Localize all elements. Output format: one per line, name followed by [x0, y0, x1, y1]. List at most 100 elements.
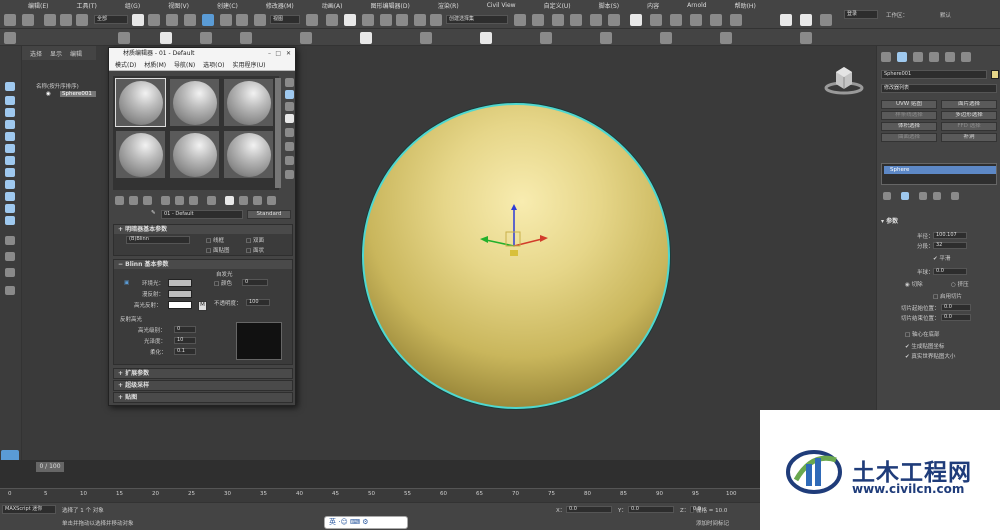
gen-mapping-checkbox[interactable]: ✔ 生成贴图坐标: [905, 342, 944, 350]
time-slider-thumb[interactable]: 0 / 100: [36, 462, 64, 472]
filter-bones-icon[interactable]: [5, 204, 15, 213]
undo-icon[interactable]: [4, 14, 16, 26]
go-to-parent-icon[interactable]: [253, 196, 262, 205]
modify-tab-icon[interactable]: [897, 52, 907, 62]
pivot-center-icon[interactable]: [306, 14, 318, 26]
select-tool-icon[interactable]: [5, 82, 15, 91]
show-end-result-toggle-icon[interactable]: [901, 192, 909, 200]
filter-xrefs-icon[interactable]: [5, 192, 15, 201]
pin-stack-icon[interactable]: [883, 192, 891, 200]
maps-rollout[interactable]: + 贴图: [113, 392, 293, 403]
diffuse-color-swatch[interactable]: [168, 290, 192, 298]
close-icon[interactable]: ✕: [286, 48, 291, 60]
squash-radio[interactable]: ○ 挤压: [951, 280, 969, 288]
get-material-icon[interactable]: [115, 196, 124, 205]
cap-holes-button[interactable]: 补洞: [941, 133, 997, 142]
filter-warps-icon[interactable]: [5, 168, 15, 177]
tab-edit[interactable]: 编辑: [70, 49, 82, 58]
ffd-select-button[interactable]: FFD 选择: [941, 122, 997, 131]
blinn-rollout-header[interactable]: − Blinn 基本参数: [114, 260, 292, 269]
filter-helpers-icon[interactable]: [5, 156, 15, 165]
visibility-icon[interactable]: ◉: [46, 91, 51, 97]
video-color-check-icon[interactable]: [285, 114, 294, 123]
specular-color-swatch[interactable]: [168, 301, 192, 309]
smooth-checkbox[interactable]: ✔ 平滑: [933, 254, 950, 262]
specular-map-button[interactable]: M: [198, 301, 207, 311]
menu-group[interactable]: 组(G): [125, 1, 140, 10]
go-forward-sibling-icon[interactable]: [267, 196, 276, 205]
edit-named-sets-icon[interactable]: [430, 14, 442, 26]
selection-filter-dropdown[interactable]: 全部: [94, 15, 128, 24]
spec-level-spinner[interactable]: 0: [174, 326, 196, 333]
object-name-field[interactable]: Sphere001: [881, 70, 987, 79]
schematic-view-icon[interactable]: [608, 14, 620, 26]
faceted-checkbox[interactable]: □ 面状: [246, 246, 264, 254]
ribbon-collapse-icon[interactable]: [4, 32, 16, 44]
shader-rollout-header[interactable]: + 明暗器基本参数: [114, 225, 292, 234]
motion-tab-icon[interactable]: [929, 52, 939, 62]
ribbon-cube-icon[interactable]: [420, 32, 432, 44]
filter-shapes-icon[interactable]: [5, 120, 15, 129]
curve-editor-icon[interactable]: [590, 14, 602, 26]
render-production-icon[interactable]: [690, 14, 702, 26]
show-end-result-icon[interactable]: [239, 196, 248, 205]
sample-slots-scrollbar[interactable]: [275, 78, 281, 188]
scene-object-sphere[interactable]: Sphere001: [60, 91, 96, 97]
layer-icon[interactable]: [5, 286, 15, 295]
material-editor-icon[interactable]: [630, 14, 642, 26]
backlight-icon[interactable]: [285, 78, 294, 87]
select-object-icon[interactable]: [132, 14, 144, 26]
patch-select-button[interactable]: 面片选择: [941, 100, 997, 109]
track-bar[interactable]: 0 5 10 15 20 25 30 35 40 45 50 55 60 65 …: [0, 488, 760, 502]
filter-funnel-icon[interactable]: [5, 268, 15, 277]
make-preview-icon[interactable]: [285, 128, 294, 137]
teapot-icon[interactable]: [780, 14, 792, 26]
select-manipulate-icon[interactable]: [326, 14, 338, 26]
lock-ambient-diffuse-icon[interactable]: ▣: [124, 280, 129, 286]
view-cube-icon[interactable]: [822, 62, 866, 98]
menu-create[interactable]: 创建(C): [217, 1, 238, 10]
chop-radio[interactable]: ◉ 切除: [905, 280, 923, 288]
filter-groups-icon[interactable]: [5, 180, 15, 189]
shader-type-dropdown[interactable]: (B)Blinn: [126, 236, 190, 244]
sample-slot[interactable]: [115, 78, 166, 127]
display-children-icon[interactable]: [5, 236, 15, 245]
ribbon-extrude-icon[interactable]: [300, 32, 312, 44]
make-unique-icon[interactable]: [175, 196, 184, 205]
a360-gallery-icon[interactable]: [730, 14, 742, 26]
menu-civil-view[interactable]: Civil View: [487, 2, 516, 9]
opacity-spinner[interactable]: 100: [246, 299, 270, 306]
add-time-tag[interactable]: 添加时间标记: [696, 519, 729, 527]
slice-from-spinner[interactable]: 0.0: [941, 304, 971, 311]
surface-select-button[interactable]: 曲面选择: [881, 133, 937, 142]
unlink-icon[interactable]: [60, 14, 72, 26]
menu-scripting[interactable]: 脚本(S): [599, 1, 620, 10]
y-coord-field[interactable]: 0.0: [628, 506, 674, 513]
rect-selection-icon[interactable]: [166, 14, 178, 26]
toggle-layer-explorer-icon[interactable]: [570, 14, 582, 26]
menu-views[interactable]: 视图(V): [168, 1, 189, 10]
tab-select[interactable]: 选择: [30, 49, 42, 58]
mat-menu-mode[interactable]: 模式(D): [115, 62, 136, 69]
bind-space-warp-icon[interactable]: [76, 14, 88, 26]
percent-snap-icon[interactable]: [396, 14, 408, 26]
spline-select-button[interactable]: 样条线选择: [881, 111, 937, 120]
move-gizmo[interactable]: [476, 202, 556, 272]
menu-tools[interactable]: 工具(T): [76, 1, 96, 10]
wire-checkbox[interactable]: □ 线框: [206, 236, 224, 244]
put-to-scene-icon[interactable]: [129, 196, 138, 205]
menu-animation[interactable]: 动画(A): [322, 1, 343, 10]
select-rotate-icon[interactable]: [220, 14, 232, 26]
background-icon[interactable]: [285, 90, 294, 99]
x-coord-field[interactable]: 0.0: [566, 506, 612, 513]
utilities-tab-icon[interactable]: [961, 52, 971, 62]
ribbon-sphere-icon[interactable]: [360, 32, 372, 44]
vol-select-button[interactable]: 体积选择: [881, 122, 937, 131]
assign-to-selection-icon[interactable]: [143, 196, 152, 205]
self-illum-value-spinner[interactable]: 0: [242, 279, 268, 286]
ribbon-helper-icon[interactable]: [660, 32, 672, 44]
show-map-in-viewport-icon[interactable]: [225, 196, 234, 205]
modifier-list-dropdown[interactable]: 修改器列表: [881, 84, 997, 93]
render-setup-icon[interactable]: [650, 14, 662, 26]
workspace-value[interactable]: 默认: [940, 11, 951, 19]
